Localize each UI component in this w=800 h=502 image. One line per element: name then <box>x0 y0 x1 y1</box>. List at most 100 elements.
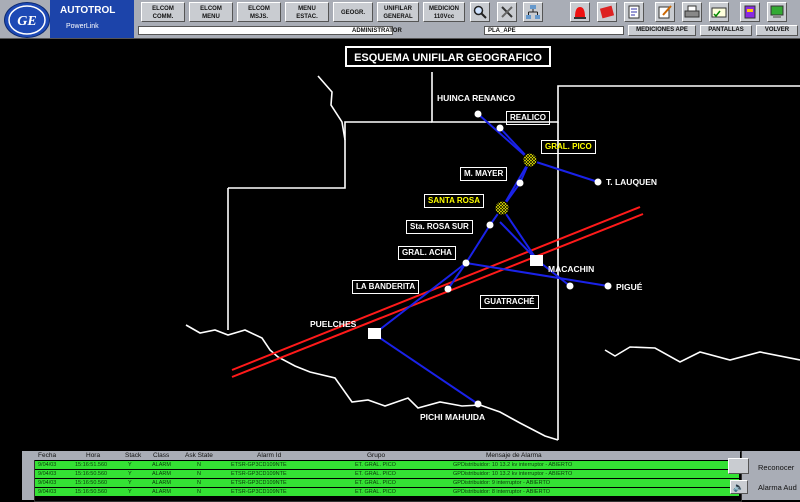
label-puelches[interactable]: PUELCHES <box>310 319 356 329</box>
alarm-row[interactable]: 9/04/03 15:16:50.560 Y ALARM N ETSR-GP3C… <box>35 488 739 496</box>
label-m-mayer[interactable]: M. MAYER <box>460 167 508 181</box>
label-pigue[interactable]: PIGUÉ <box>616 282 642 292</box>
elcom-menu-button[interactable]: ELCOM MENU <box>189 2 233 22</box>
alarm-class: ALARM <box>152 480 171 486</box>
alarm-class: ALARM <box>152 462 171 468</box>
label-la-banderita[interactable]: LA BANDERITA <box>352 280 420 294</box>
pichi-mahuida-node[interactable] <box>474 400 482 408</box>
acknowledge-label: Reconocer <box>758 463 795 472</box>
guatrache-node[interactable] <box>566 282 574 290</box>
medicion-110vcc-button[interactable]: MEDICION 110Vcc <box>423 2 465 22</box>
ge-logo: GE <box>4 2 50 38</box>
col-grupo: Grupo <box>367 452 386 459</box>
top-toolbar: GE AUTOTROL PowerLink ELCOM COMM. ELCOM … <box>0 0 800 39</box>
elcom-msjs-button[interactable]: ELCOM MSJS. <box>237 2 281 22</box>
brand-panel: AUTOTROL PowerLink <box>50 0 134 38</box>
alarm-hora: 15:16:50.560 <box>75 489 108 495</box>
alarm-id: ETSR-GP3CD109NTE <box>231 462 287 468</box>
unifilar-general-button[interactable]: UNIFILAR GENERAL <box>377 2 419 22</box>
alarm-row[interactable]: 9/04/03 15:16:50.560 Y ALARM N ETSR-GP3C… <box>35 479 739 487</box>
label-pichi-mahuida[interactable]: PICHI MAHUIDA <box>420 412 485 422</box>
audible-alarm-label: Alarma Aud <box>758 483 797 492</box>
alarm-fecha: 9/04/03 <box>38 489 57 495</box>
col-alarm-id: Alarm Id <box>257 452 282 459</box>
geogr-button[interactable]: GEOGR. <box>333 2 373 22</box>
alarm-grupo: ET. GRAL. PICO <box>355 471 396 477</box>
alarm-stack: Y <box>128 471 132 477</box>
network-icon[interactable] <box>523 2 543 22</box>
alarm-row[interactable]: 9/04/03 15:16:50.560 Y ALARM N ETSR-GP3C… <box>35 470 739 478</box>
magnifier-icon[interactable] <box>470 2 490 22</box>
alarm-mensaje: GPDistribuidor: 8 interruptor - ABIERTO <box>453 489 550 495</box>
printer-icon[interactable] <box>682 2 702 22</box>
speaker-icon[interactable]: 🔈 <box>730 480 748 494</box>
alarm-hora: 15:16:50.560 <box>75 480 108 486</box>
alarm-grupo: ET. GRAL. PICO <box>355 480 396 486</box>
label-huinca-renanco[interactable]: HUINCA RENANCO <box>437 93 515 103</box>
book-icon[interactable] <box>740 2 760 22</box>
sta-rosa-sur-node[interactable] <box>486 221 494 229</box>
alarm-class: ALARM <box>152 489 171 495</box>
cheque-icon[interactable] <box>709 2 729 22</box>
alarm-panel: Fecha Hora Stack Class Ask State Alarm I… <box>22 451 800 502</box>
mediciones-ape-button[interactable]: MEDICIONES APE <box>628 25 696 36</box>
gral-pico-substation-icon[interactable] <box>522 152 538 168</box>
m-mayer-node[interactable] <box>516 179 524 187</box>
edit-icon[interactable] <box>655 2 675 22</box>
notepad-icon[interactable] <box>624 2 644 22</box>
label-santa-rosa[interactable]: SANTA ROSA <box>424 194 484 208</box>
col-class: Class <box>153 452 170 459</box>
label-gral-pico[interactable]: GRAL. PICO <box>541 140 596 154</box>
label-gral-acha[interactable]: GRAL. ACHA <box>398 246 456 260</box>
elcom-comm-button[interactable]: ELCOM COMM. <box>141 2 185 22</box>
print-screen-icon[interactable] <box>767 2 787 22</box>
label-t-lauquen[interactable]: T. LAUQUEN <box>606 177 657 187</box>
realico-node[interactable] <box>496 124 504 132</box>
la-banderita-node[interactable] <box>444 285 452 293</box>
alarm-grupo: ET. GRAL. PICO <box>355 489 396 495</box>
alarm-light-icon[interactable] <box>570 2 590 22</box>
alarm-table-header: Fecha Hora Stack Class Ask State Alarm I… <box>34 451 740 460</box>
label-realico[interactable]: REALICO <box>506 111 550 125</box>
macachin-substation-icon[interactable] <box>530 255 543 266</box>
alarm-id: ETSR-GP3CD109NTE <box>231 489 287 495</box>
alarm-mensaje: GPDistribuidor: 10 13.2 kv interruptor -… <box>453 471 573 477</box>
alarm-ask-state: N <box>197 462 201 468</box>
col-stack: Stack <box>125 452 142 459</box>
puelches-substation-icon[interactable] <box>368 328 381 339</box>
alarm-ask-state: N <box>197 489 201 495</box>
log-book-icon[interactable] <box>597 2 617 22</box>
user-field-value: ADMINISTRATOR <box>352 28 402 34</box>
huinca-renanco-node[interactable] <box>474 110 482 118</box>
tools-icon[interactable] <box>497 2 517 22</box>
alarm-id: ETSR-GP3CD109NTE <box>231 471 287 477</box>
user-field: ADMINISTRATOR <box>138 26 402 35</box>
svg-text:GE: GE <box>17 14 36 29</box>
alarm-mensaje: GPDistribuidor: 10 13.2 kv interruptor -… <box>453 462 573 468</box>
label-sta-rosa-sur[interactable]: Sta. ROSA SUR <box>406 220 473 234</box>
alarm-row[interactable]: 9/04/03 15:16:51.560 Y ALARM N ETSR-GP3C… <box>35 461 739 469</box>
gral-acha-node[interactable] <box>462 259 470 267</box>
map-title: ESQUEMA UNIFILAR GEOGRAFICO <box>345 46 551 67</box>
col-mensaje: Mensaje de Alarma <box>486 452 542 459</box>
col-hora: Hora <box>86 452 101 459</box>
alarm-id: ETSR-GP3CD109NTE <box>231 480 287 486</box>
alarm-ask-state: N <box>197 480 201 486</box>
label-guatrache[interactable]: GUATRACHÉ <box>480 295 539 309</box>
brand-name: AUTOTROL <box>60 5 116 16</box>
col-ask-state: Ask State <box>185 452 213 459</box>
alarm-class: ALARM <box>152 471 171 477</box>
station-field: PLA_APE <box>484 26 624 35</box>
alarm-fecha: 9/04/03 <box>38 462 57 468</box>
pigue-node[interactable] <box>604 282 612 290</box>
alarm-fecha: 9/04/03 <box>38 480 57 486</box>
acknowledge-button[interactable] <box>728 458 749 474</box>
label-macachin[interactable]: MACACHIN <box>548 264 594 274</box>
menu-estac-button[interactable]: MENU ESTAC. <box>285 2 329 22</box>
volver-button[interactable]: VOLVER <box>756 25 798 36</box>
t-lauquen-node[interactable] <box>594 178 602 186</box>
santa-rosa-substation-icon[interactable] <box>494 200 510 216</box>
alarm-hora: 15:16:50.560 <box>75 471 108 477</box>
alarm-hora: 15:16:51.560 <box>75 462 108 468</box>
pantallas-button[interactable]: PANTALLAS <box>700 25 752 36</box>
